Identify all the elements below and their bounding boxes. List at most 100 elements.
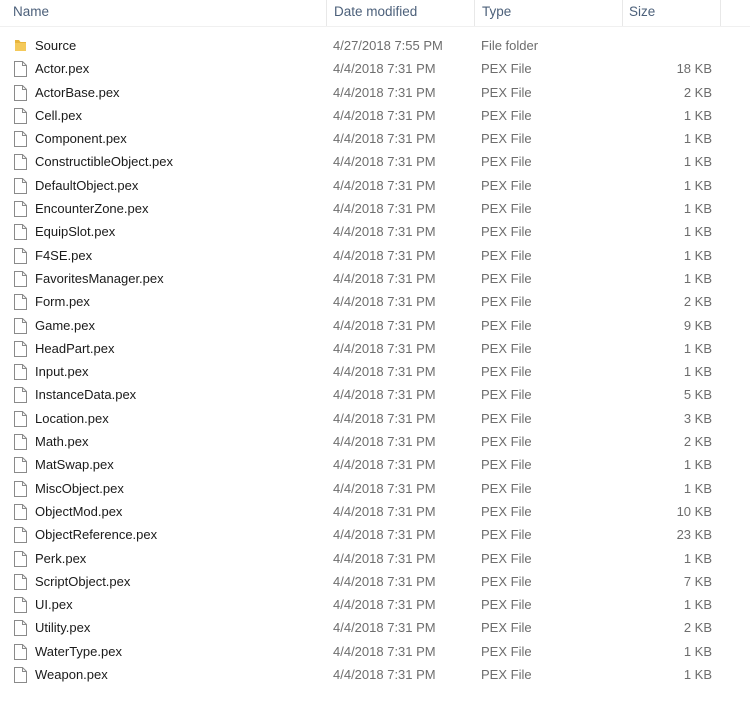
- file-name: FavoritesManager.pex: [35, 270, 164, 286]
- file-row[interactable]: Weapon.pex 4/4/2018 7:31 PM PEX File 1 KB: [0, 663, 750, 686]
- file-name: Component.pex: [35, 131, 127, 147]
- file-size: 1 KB: [683, 597, 712, 613]
- date-modified: 4/4/2018 7:31 PM: [333, 434, 436, 450]
- folder-row[interactable]: Source 4/27/2018 7:55 PM File folder: [0, 34, 750, 57]
- date-modified: 4/4/2018 7:31 PM: [333, 550, 436, 566]
- date-modified: 4/4/2018 7:31 PM: [333, 643, 436, 659]
- file-type: PEX File: [481, 154, 532, 170]
- file-type: PEX File: [481, 503, 532, 519]
- file-row[interactable]: Actor.pex 4/4/2018 7:31 PM PEX File 18 KB: [0, 57, 750, 80]
- file-name: Weapon.pex: [35, 667, 108, 683]
- file-icon: [14, 267, 28, 290]
- file-row[interactable]: ConstructibleObject.pex 4/4/2018 7:31 PM P…: [0, 150, 750, 173]
- file-row[interactable]: UI.pex 4/4/2018 7:31 PM PEX File 1 KB: [0, 593, 750, 616]
- file-icon: [14, 360, 28, 383]
- date-modified: 4/4/2018 7:31 PM: [333, 177, 436, 193]
- file-row[interactable]: Form.pex 4/4/2018 7:31 PM PEX File 2 KB: [0, 290, 750, 313]
- file-size: 10 KB: [676, 503, 712, 519]
- date-modified: 4/4/2018 7:31 PM: [333, 410, 436, 426]
- date-modified: 4/4/2018 7:31 PM: [333, 294, 436, 310]
- file-size: 1 KB: [683, 457, 712, 473]
- file-row[interactable]: Game.pex 4/4/2018 7:31 PM PEX File 9 KB: [0, 314, 750, 337]
- file-row[interactable]: MiscObject.pex 4/4/2018 7:31 PM PEX File 1 …: [0, 477, 750, 500]
- file-type: PEX File: [481, 410, 532, 426]
- file-size: 1 KB: [683, 480, 712, 496]
- file-type: PEX File: [481, 550, 532, 566]
- file-name: Utility.pex: [35, 620, 91, 636]
- file-type: PEX File: [481, 667, 532, 683]
- file-type: PEX File: [481, 247, 532, 263]
- file-name: Cell.pex: [35, 107, 82, 123]
- file-size: 18 KB: [676, 61, 712, 77]
- file-row[interactable]: Component.pex 4/4/2018 7:31 PM PEX File 1 K…: [0, 127, 750, 150]
- date-modified: 4/4/2018 7:31 PM: [333, 154, 436, 170]
- file-size: 1 KB: [683, 131, 712, 147]
- date-modified: 4/4/2018 7:31 PM: [333, 573, 436, 589]
- file-type: PEX File: [481, 294, 532, 310]
- date-modified: 4/4/2018 7:31 PM: [333, 201, 436, 217]
- date-modified: 4/4/2018 7:31 PM: [333, 503, 436, 519]
- file-size: 1 KB: [683, 270, 712, 286]
- date-modified: 4/4/2018 7:31 PM: [333, 620, 436, 636]
- file-size: 2 KB: [683, 294, 712, 310]
- date-modified: 4/4/2018 7:31 PM: [333, 270, 436, 286]
- file-size: 9 KB: [683, 317, 712, 333]
- file-row[interactable]: Location.pex 4/4/2018 7:31 PM PEX File 3 KB: [0, 407, 750, 430]
- file-row[interactable]: ActorBase.pex 4/4/2018 7:31 PM PEX File 2 K…: [0, 81, 750, 104]
- file-size: 1 KB: [683, 177, 712, 193]
- file-type: PEX File: [481, 61, 532, 77]
- file-row[interactable]: ObjectReference.pex 4/4/2018 7:31 PM PEX F…: [0, 523, 750, 546]
- file-name: ScriptObject.pex: [35, 573, 131, 589]
- file-row[interactable]: Utility.pex 4/4/2018 7:31 PM PEX File 2 KB: [0, 616, 750, 639]
- file-type: PEX File: [481, 387, 532, 403]
- file-size: 2 KB: [683, 84, 712, 100]
- date-modified: 4/4/2018 7:31 PM: [333, 387, 436, 403]
- file-size: 1 KB: [683, 550, 712, 566]
- file-size: 1 KB: [683, 667, 712, 683]
- file-icon: [14, 430, 28, 453]
- column-header-size[interactable]: Size: [622, 0, 720, 26]
- file-row[interactable]: HeadPart.pex 4/4/2018 7:31 PM PEX File 1 KB: [0, 337, 750, 360]
- file-type: PEX File: [481, 270, 532, 286]
- file-type: PEX File: [481, 643, 532, 659]
- file-name: ActorBase.pex: [35, 84, 120, 100]
- file-size: [622, 34, 712, 57]
- file-row[interactable]: MatSwap.pex 4/4/2018 7:31 PM PEX File 1 KB: [0, 453, 750, 476]
- file-name: Perk.pex: [35, 550, 87, 566]
- file-type: PEX File: [481, 573, 532, 589]
- file-row[interactable]: ObjectMod.pex 4/4/2018 7:31 PM PEX File 10 …: [0, 500, 750, 523]
- file-type: PEX File: [481, 620, 532, 636]
- file-row[interactable]: Cell.pex 4/4/2018 7:31 PM PEX File 1 KB: [0, 104, 750, 127]
- file-row[interactable]: EquipSlot.pex 4/4/2018 7:31 PM PEX File 1 K…: [0, 220, 750, 243]
- file-row[interactable]: Math.pex 4/4/2018 7:31 PM PEX File 2 KB: [0, 430, 750, 453]
- file-name: MiscObject.pex: [35, 480, 124, 496]
- file-size: 1 KB: [683, 201, 712, 217]
- file-row[interactable]: InstanceData.pex 4/4/2018 7:31 PM PEX File…: [0, 383, 750, 406]
- file-type: PEX File: [481, 317, 532, 333]
- file-name: Actor.pex: [35, 61, 90, 77]
- file-type: PEX File: [481, 434, 532, 450]
- file-size: 1 KB: [683, 247, 712, 263]
- date-modified: 4/4/2018 7:31 PM: [333, 364, 436, 380]
- column-header-date-modified[interactable]: Date modified: [326, 0, 474, 26]
- file-size: 1 KB: [683, 154, 712, 170]
- file-row[interactable]: DefaultObject.pex 4/4/2018 7:31 PM PEX Fil…: [0, 174, 750, 197]
- file-name: HeadPart.pex: [35, 340, 115, 356]
- file-size: 1 KB: [683, 107, 712, 123]
- column-header-type[interactable]: Type: [474, 0, 622, 26]
- file-name: InstanceData.pex: [35, 387, 137, 403]
- date-modified: 4/4/2018 7:31 PM: [333, 107, 436, 123]
- file-row[interactable]: WaterType.pex 4/4/2018 7:31 PM PEX File 1 K…: [0, 640, 750, 663]
- file-size: 7 KB: [683, 573, 712, 589]
- file-row[interactable]: EncounterZone.pex 4/4/2018 7:31 PM PEX Fil…: [0, 197, 750, 220]
- file-row[interactable]: ScriptObject.pex 4/4/2018 7:31 PM PEX File…: [0, 570, 750, 593]
- file-row[interactable]: FavoritesManager.pex 4/4/2018 7:31 PM PEX …: [0, 267, 750, 290]
- date-modified: 4/4/2018 7:31 PM: [333, 457, 436, 473]
- file-icon: [14, 314, 28, 337]
- file-row[interactable]: Input.pex 4/4/2018 7:31 PM PEX File 1 KB: [0, 360, 750, 383]
- file-row[interactable]: Perk.pex 4/4/2018 7:31 PM PEX File 1 KB: [0, 547, 750, 570]
- file-type: PEX File: [481, 457, 532, 473]
- file-row[interactable]: F4SE.pex 4/4/2018 7:31 PM PEX File 1 KB: [0, 244, 750, 267]
- file-icon: [14, 174, 28, 197]
- column-header-name[interactable]: Name: [0, 0, 326, 26]
